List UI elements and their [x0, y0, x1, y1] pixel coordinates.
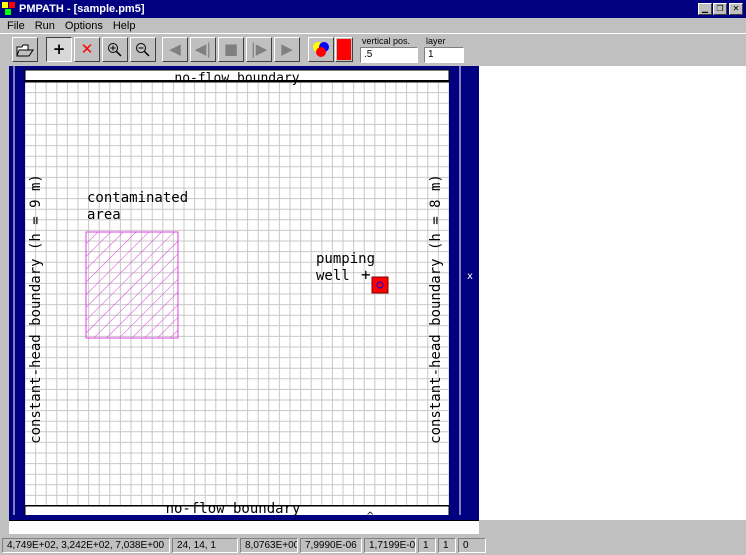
color-circles-icon — [313, 41, 329, 57]
zoom-in-button[interactable] — [102, 37, 128, 62]
status-value-3: 1,7199E-07 — [364, 538, 416, 553]
restore-button[interactable]: ❐ — [713, 3, 727, 15]
open-file-button[interactable] — [12, 37, 38, 62]
color-settings-button[interactable] — [308, 37, 334, 62]
map-viewport[interactable]: no-flow boundary no-flow boundary consta… — [9, 66, 479, 520]
right-boundary-bar — [449, 66, 465, 520]
vertical-pos-input[interactable]: .5 — [360, 47, 418, 63]
forward-button[interactable]: ▶ — [274, 37, 300, 62]
pumping-well-marker — [371, 276, 389, 294]
step-backward-icon: ◀| — [194, 40, 212, 58]
step-backward-button[interactable]: ◀| — [190, 37, 216, 62]
color-swatch-button[interactable] — [335, 37, 353, 62]
menu-file[interactable]: File — [2, 20, 30, 32]
left-boundary-bar — [9, 66, 25, 520]
plus-icon: + — [52, 40, 66, 58]
delete-x-icon: ✕ — [80, 40, 94, 58]
forward-arrow-icon: ▶ — [281, 40, 293, 58]
toolbar: + ✕ ◀ ◀| ■ |▶ ▶ vertical pos. .5 layer 1 — [0, 33, 746, 65]
minimize-button[interactable]: ▁ — [698, 3, 712, 15]
side-panel — [479, 66, 746, 520]
add-particle-button[interactable]: + — [46, 37, 72, 62]
right-boundary-label: constant-head boundary (h = 8 m) — [428, 174, 444, 444]
open-folder-icon — [16, 44, 34, 56]
app-icon — [2, 2, 16, 16]
backward-button[interactable]: ◀ — [162, 37, 188, 62]
zoom-in-icon — [108, 42, 122, 57]
vertical-pos-label: vertical pos. — [362, 36, 411, 46]
menu-run[interactable]: Run — [30, 20, 60, 32]
contaminated-label: contaminated — [87, 190, 188, 206]
well-plus-marker: + — [361, 265, 371, 284]
right-column-bar — [465, 66, 479, 520]
close-button[interactable]: ✕ — [729, 3, 743, 15]
status-s3: 0 — [458, 538, 486, 553]
bottom-marker: ^ — [366, 511, 374, 520]
stop-icon: ■ — [223, 40, 239, 58]
top-boundary-label: no-flow boundary — [174, 71, 299, 86]
step-forward-button[interactable]: |▶ — [246, 37, 272, 62]
title-bar: PMPATH - [sample.pm5] ▁ ❐ ✕ — [0, 0, 746, 18]
zoom-out-icon — [136, 42, 150, 57]
status-bar: 4,749E+02, 3,242E+02, 7,038E+00 24, 14, … — [0, 535, 746, 555]
menu-help[interactable]: Help — [108, 20, 141, 32]
model-map[interactable]: no-flow boundary no-flow boundary consta… — [9, 66, 479, 520]
status-value-2: 7,9990E-06 — [300, 538, 362, 553]
area-label: area — [87, 207, 121, 223]
status-cell: 24, 14, 1 — [172, 538, 238, 553]
status-value-1: 8,0763E+00 — [240, 538, 298, 553]
layer-input[interactable]: 1 — [424, 47, 464, 63]
menu-options[interactable]: Options — [60, 20, 108, 32]
backward-arrow-icon: ◀ — [169, 40, 181, 58]
side-marker: x — [467, 271, 473, 282]
contaminated-area — [85, 231, 179, 339]
status-s1: 1 — [418, 538, 436, 553]
status-coordinates: 4,749E+02, 3,242E+02, 7,038E+00 — [2, 538, 170, 553]
red-swatch-icon — [337, 39, 351, 60]
layer-label: layer — [426, 36, 446, 46]
top-bar — [9, 66, 479, 70]
status-s2: 1 — [438, 538, 456, 553]
step-forward-icon: |▶ — [250, 40, 268, 58]
well-label: well — [316, 268, 350, 284]
delete-particle-button[interactable]: ✕ — [74, 37, 100, 62]
window-title: PMPATH - [sample.pm5] — [19, 3, 145, 15]
zoom-out-button[interactable] — [130, 37, 156, 62]
horizontal-ruler — [9, 520, 479, 534]
menu-bar: File Run Options Help — [0, 18, 746, 33]
left-boundary-label: constant-head boundary (h = 9 m) — [28, 174, 44, 444]
bottom-boundary-label: no-flow boundary — [166, 501, 301, 517]
stop-button[interactable]: ■ — [218, 37, 244, 62]
